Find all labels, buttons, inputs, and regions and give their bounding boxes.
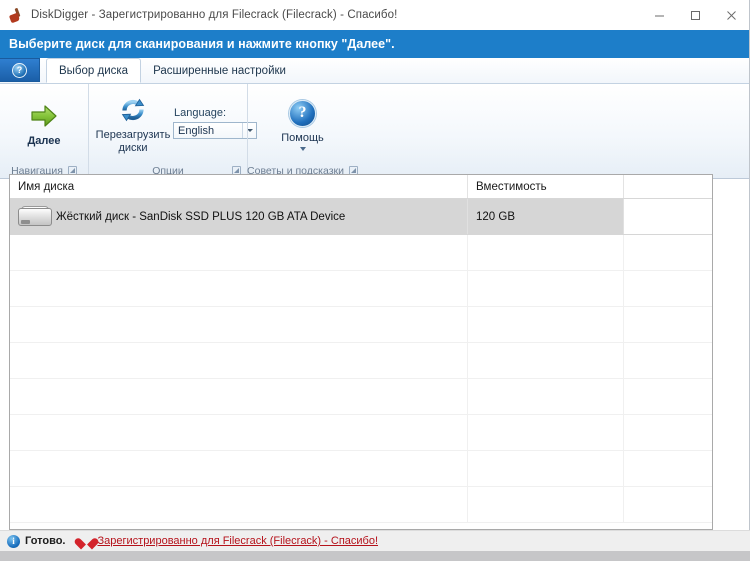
maximize-icon[interactable] — [677, 0, 713, 30]
language-control: Language: English — [173, 107, 257, 139]
blue-question-icon: ? — [289, 99, 316, 127]
disk-row-name-cell: Жёсткий диск - SanDisk SSD PLUS 120 GB A… — [10, 199, 468, 234]
disk-row-name — [10, 307, 468, 342]
table-row[interactable] — [10, 343, 712, 379]
table-row[interactable] — [10, 271, 712, 307]
window-controls — [641, 0, 749, 30]
disk-list-header: Имя диска Вместимость — [10, 175, 712, 199]
quick-access-toolbar[interactable]: ? — [0, 58, 40, 82]
table-row[interactable]: Жёсткий диск - SanDisk SSD PLUS 120 GB A… — [10, 199, 712, 235]
tab-advanced-settings[interactable]: Расширенные настройки — [141, 59, 298, 83]
ribbon-group-navigation: Далее Навигация — [0, 84, 88, 179]
info-icon: i — [7, 534, 20, 548]
table-row[interactable] — [10, 379, 712, 415]
tab-list: Выбор диска Расширенные настройки — [46, 57, 298, 83]
disk-row-name — [10, 415, 468, 450]
instruction-banner: Выберите диск для сканирования и нажмите… — [0, 30, 749, 58]
reload-disks-label: Перезагрузить диски — [95, 128, 171, 154]
chevron-down-icon[interactable] — [299, 146, 306, 151]
green-right-arrow-icon — [29, 102, 59, 130]
window-title: DiskDigger - Зарегистрированно для Filec… — [31, 9, 398, 21]
column-header-name[interactable]: Имя диска — [10, 175, 468, 198]
language-select-value: English — [178, 124, 215, 137]
disk-row-extra — [624, 379, 712, 414]
status-bar: i Готово. Зарегистрированно для Filecrac… — [0, 530, 750, 551]
table-row[interactable] — [10, 487, 712, 523]
table-row[interactable] — [10, 235, 712, 271]
status-ready-text: Готово. — [25, 535, 66, 547]
refresh-circular-icon — [119, 96, 147, 124]
disk-row-extra — [624, 307, 712, 342]
tab-bar: ? Выбор диска Расширенные настройки — [0, 58, 749, 84]
close-icon[interactable] — [713, 0, 749, 30]
language-label: Language: — [174, 107, 226, 119]
disk-row-capacity — [468, 487, 624, 522]
disk-row-extra — [624, 343, 712, 378]
tab-disk-selection-label: Выбор диска — [59, 64, 129, 77]
disk-row-capacity: 120 GB — [468, 199, 624, 234]
disk-row-capacity — [468, 451, 624, 486]
minimize-icon[interactable] — [641, 0, 677, 30]
application-root: DiskDigger - Зарегистрированно для Filec… — [0, 0, 750, 561]
registration-link[interactable]: Зарегистрированно для Filecrack (Filecra… — [98, 535, 379, 547]
disk-row-capacity — [468, 415, 624, 450]
help-button-label: Помощь — [281, 131, 324, 144]
column-header-capacity[interactable]: Вместимость — [468, 175, 624, 198]
disk-row-extra — [624, 235, 712, 270]
disk-row-capacity — [468, 235, 624, 270]
instruction-banner-text: Выберите диск для сканирования и нажмите… — [9, 37, 395, 51]
help-button[interactable]: ? Помощь — [266, 96, 340, 151]
disk-row-extra — [624, 271, 712, 306]
next-button-label: Далее — [27, 135, 61, 147]
hard-disk-icon — [18, 205, 52, 228]
disk-list[interactable]: Имя диска Вместимость Жёсткий диск - San… — [9, 174, 713, 530]
next-button[interactable]: Далее — [8, 98, 80, 148]
ribbon-group-tips: ? Помощь Советы и подсказки — [247, 84, 358, 179]
heart-icon — [80, 535, 100, 549]
reload-disks-button[interactable]: Перезагрузить диски — [95, 92, 171, 155]
disk-row-capacity — [468, 379, 624, 414]
disk-row-extra — [624, 451, 712, 486]
disk-row-capacity — [468, 307, 624, 342]
table-row[interactable] — [10, 307, 712, 343]
disk-list-body: Жёсткий диск - SanDisk SSD PLUS 120 GB A… — [10, 199, 712, 523]
disk-row-name — [10, 235, 468, 270]
disk-row-extra — [624, 199, 712, 234]
disk-row-name: Жёсткий диск - SanDisk SSD PLUS 120 GB A… — [56, 210, 346, 223]
disk-row-name — [10, 271, 468, 306]
table-row[interactable] — [10, 451, 712, 487]
disk-row-name — [10, 343, 468, 378]
disk-row-capacity — [468, 271, 624, 306]
language-select[interactable]: English — [173, 122, 257, 139]
disk-row-extra — [624, 487, 712, 522]
tab-disk-selection[interactable]: Выбор диска — [46, 58, 142, 83]
disk-row-name — [10, 451, 468, 486]
disk-row-name — [10, 487, 468, 522]
title-bar: DiskDigger - Зарегистрированно для Filec… — [0, 0, 749, 30]
table-row[interactable] — [10, 415, 712, 451]
disk-row-extra — [624, 415, 712, 450]
tab-advanced-settings-label: Расширенные настройки — [153, 65, 286, 77]
ribbon-group-options: Перезагрузить диски Language: English Оп… — [88, 84, 257, 179]
main-window: DiskDigger - Зарегистрированно для Filec… — [0, 0, 750, 551]
taskbar-strip — [0, 551, 750, 561]
column-header-extra[interactable] — [624, 175, 712, 198]
disk-row-capacity — [468, 343, 624, 378]
ribbon-toolbar: Далее Навигация Перезагрузить диски Lang… — [0, 84, 749, 179]
disk-row-name — [10, 379, 468, 414]
shovel-icon — [8, 7, 24, 24]
help-round-icon[interactable]: ? — [12, 62, 27, 78]
